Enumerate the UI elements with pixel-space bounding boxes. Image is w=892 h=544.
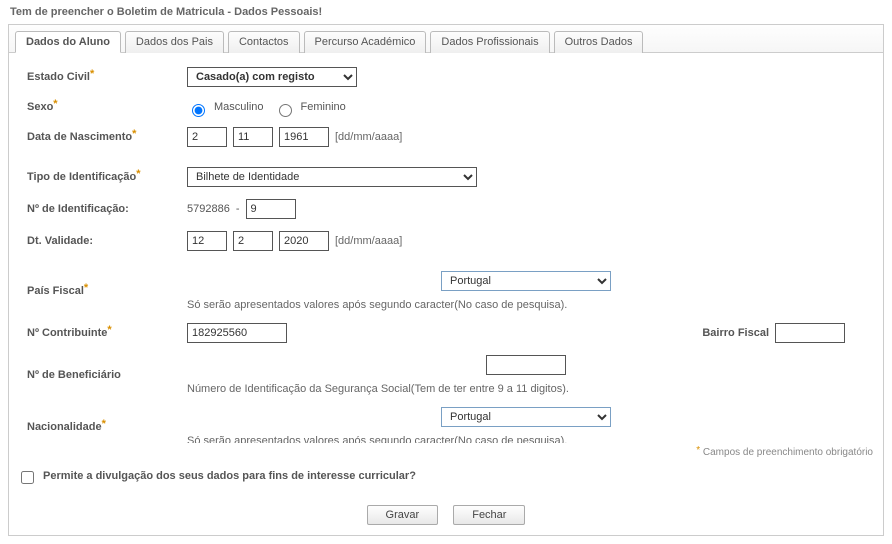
nacionalidade-hint: Só serão apresentados valores após segun… <box>187 435 865 443</box>
fechar-button[interactable]: Fechar <box>453 505 525 525</box>
tab-bar: Dados do Aluno Dados dos Pais Contactos … <box>9 25 883 53</box>
page-title: Tem de preencher o Boletim de Matricula … <box>8 4 884 24</box>
n-beneficiario-hint: Número de Identificação da Segurança Soc… <box>187 383 865 395</box>
button-bar: Gravar Fechar <box>9 495 883 535</box>
label-tipo-identificacao: Tipo de Identificação* <box>27 171 187 183</box>
label-dt-validade: Dt. Validade: <box>27 235 187 247</box>
tipo-identificacao-select[interactable]: Bilhete de Identidade <box>187 167 477 187</box>
tab-dados-aluno[interactable]: Dados do Aluno <box>15 31 121 53</box>
tab-dados-pais[interactable]: Dados dos Pais <box>125 31 224 53</box>
required-mark-icon: * <box>84 282 88 294</box>
divulgacao-label: Permite a divulgação dos seus dados para… <box>43 470 416 482</box>
estado-civil-select[interactable]: Casado(a) com registo <box>187 67 357 87</box>
n-identificacao-digit-input[interactable] <box>246 199 296 219</box>
tab-contactos[interactable]: Contactos <box>228 31 300 53</box>
required-mark-icon: * <box>136 168 140 180</box>
required-mark-icon: * <box>53 98 57 110</box>
label-sexo: Sexo* <box>27 101 187 113</box>
nascimento-ano-input[interactable] <box>279 127 329 147</box>
pais-fiscal-hint: Só serão apresentados valores após segun… <box>187 299 865 311</box>
nascimento-dia-input[interactable] <box>187 127 227 147</box>
tab-percurso[interactable]: Percurso Académico <box>304 31 427 53</box>
label-nacionalidade: Nacionalidade* <box>27 421 187 433</box>
required-mark-icon: * <box>102 418 106 430</box>
form-panel: Dados do Aluno Dados dos Pais Contactos … <box>8 24 884 536</box>
label-pais-fiscal: País Fiscal* <box>27 285 187 297</box>
n-contribuinte-input[interactable] <box>187 323 287 343</box>
label-n-contribuinte: Nº Contribuinte* <box>27 327 187 339</box>
label-data-nascimento: Data de Nascimento* <box>27 131 187 143</box>
form-scroll-area[interactable]: Estado Civil* Casado(a) com registo Sexo… <box>9 53 883 443</box>
n-beneficiario-input[interactable] <box>486 355 566 375</box>
required-mark-icon: * <box>90 68 94 80</box>
bairro-fiscal-input[interactable] <box>775 323 845 343</box>
validade-ano-input[interactable] <box>279 231 329 251</box>
label-bairro-fiscal: Bairro Fiscal <box>702 327 769 339</box>
validade-mes-input[interactable] <box>233 231 273 251</box>
required-mark-icon: * <box>107 324 111 336</box>
divulgacao-checkbox[interactable] <box>21 471 34 484</box>
date-format-hint: [dd/mm/aaaa] <box>335 235 402 247</box>
label-estado-civil: Estado Civil* <box>27 71 187 83</box>
sexo-masculino-label: Masculino <box>214 101 264 113</box>
date-format-hint: [dd/mm/aaaa] <box>335 131 402 143</box>
sexo-feminino-label: Feminino <box>301 101 346 113</box>
n-identificacao-value: 5792886 <box>187 203 230 215</box>
label-n-identificacao: Nº de Identificação: <box>27 203 187 215</box>
gravar-button[interactable]: Gravar <box>367 505 439 525</box>
nascimento-mes-input[interactable] <box>233 127 273 147</box>
required-fields-note: * Campos de preenchimento obrigatório <box>9 443 883 460</box>
tab-outros[interactable]: Outros Dados <box>554 31 644 53</box>
sexo-masculino-radio[interactable] <box>192 104 205 117</box>
sexo-feminino-radio[interactable] <box>279 104 292 117</box>
label-n-beneficiario: Nº de Beneficiário <box>27 369 187 381</box>
nacionalidade-select[interactable]: Portugal <box>441 407 611 427</box>
required-mark-icon: * <box>132 128 136 140</box>
pais-fiscal-select[interactable]: Portugal <box>441 271 611 291</box>
tab-profissionais[interactable]: Dados Profissionais <box>430 31 549 53</box>
validade-dia-input[interactable] <box>187 231 227 251</box>
